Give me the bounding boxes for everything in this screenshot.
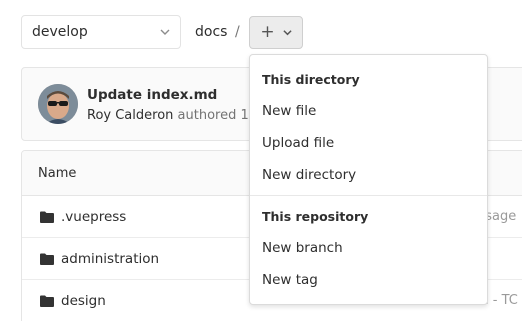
menu-item-new-file[interactable]: New file bbox=[262, 103, 316, 119]
folder-name[interactable]: .vuepress bbox=[61, 209, 126, 225]
branch-selector-value: develop bbox=[32, 24, 88, 40]
plus-label: + bbox=[260, 22, 275, 42]
dropdown-header-directory: This directory bbox=[262, 72, 360, 87]
avatar[interactable] bbox=[38, 84, 78, 124]
commit-meta: Roy Calderon authored 11 h bbox=[87, 108, 269, 123]
column-header-name: Name bbox=[38, 165, 77, 181]
commit-author[interactable]: Roy Calderon bbox=[87, 108, 173, 123]
menu-item-new-directory[interactable]: New directory bbox=[262, 167, 356, 183]
menu-item-new-branch[interactable]: New branch bbox=[262, 240, 343, 256]
dropdown-divider bbox=[250, 195, 487, 196]
menu-item-upload-file[interactable]: Upload file bbox=[262, 135, 334, 151]
folder-icon bbox=[40, 253, 54, 265]
folder-icon bbox=[40, 295, 54, 307]
breadcrumb-docs[interactable]: docs bbox=[195, 24, 227, 40]
add-to-tree-button[interactable]: + bbox=[249, 16, 303, 49]
dropdown-header-repository: This repository bbox=[262, 209, 369, 224]
add-dropdown-menu: This directory New file Upload file New … bbox=[249, 54, 488, 305]
menu-item-new-tag[interactable]: New tag bbox=[262, 272, 318, 288]
chevron-down-icon bbox=[283, 30, 292, 36]
folder-name[interactable]: design bbox=[61, 293, 106, 309]
folder-name[interactable]: administration bbox=[61, 251, 159, 267]
breadcrumb-separator: / bbox=[235, 24, 240, 40]
commit-title[interactable]: Update index.md bbox=[87, 87, 217, 103]
chevron-down-icon bbox=[160, 29, 170, 35]
branch-selector[interactable]: develop bbox=[21, 15, 181, 49]
user-avatar-icon bbox=[38, 84, 78, 124]
folder-icon bbox=[40, 211, 54, 223]
